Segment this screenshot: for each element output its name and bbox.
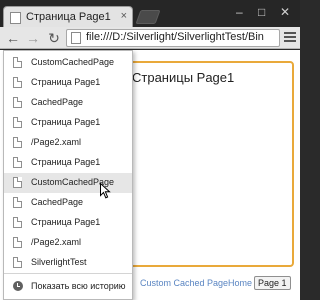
history-item[interactable]: /Page2.xaml bbox=[4, 133, 132, 153]
history-item-label: SilverlightTest bbox=[31, 257, 87, 267]
history-item-label: CustomCachedPage bbox=[31, 57, 115, 67]
history-item[interactable]: CachedPage bbox=[4, 193, 132, 213]
divider bbox=[4, 273, 132, 274]
file-page-icon bbox=[71, 32, 81, 44]
mouse-cursor-icon bbox=[100, 183, 111, 199]
page-icon bbox=[13, 257, 22, 268]
menu-icon[interactable] bbox=[283, 30, 297, 46]
silverlight-page-frame: Страницы Page1 bbox=[108, 61, 294, 267]
history-item-label: Страница Page1 bbox=[31, 157, 101, 167]
close-window-button[interactable]: ✕ bbox=[280, 5, 290, 19]
history-item-label: CachedPage bbox=[31, 197, 84, 207]
page-icon bbox=[13, 177, 22, 188]
history-item-label: CachedPage bbox=[31, 97, 84, 107]
page-icon bbox=[13, 117, 22, 128]
history-item-label: /Page2.xaml bbox=[31, 237, 82, 247]
tab-close-icon[interactable]: × bbox=[121, 10, 127, 22]
page-favicon-icon bbox=[10, 12, 21, 24]
new-tab-button[interactable] bbox=[135, 10, 161, 24]
history-item[interactable]: Страница Page1 bbox=[4, 113, 132, 133]
history-item[interactable]: Страница Page1 bbox=[4, 73, 132, 93]
browser-tab[interactable]: Страница Page1 × bbox=[3, 6, 133, 28]
reload-button[interactable]: ↻ bbox=[45, 29, 63, 47]
toolbar: ← → ↻ file:///D:/Silverlight/Silverlight… bbox=[0, 27, 300, 49]
back-button[interactable]: ← bbox=[4, 29, 22, 47]
page-icon bbox=[13, 77, 22, 88]
browser-window: Страница Page1 × – □ ✕ ← → ↻ file:///D:/… bbox=[0, 0, 300, 300]
custom-cached-page-link[interactable]: Custom Cached Page bbox=[140, 278, 228, 288]
history-item[interactable]: SilverlightTest bbox=[4, 253, 132, 273]
clock-icon bbox=[13, 281, 23, 291]
page-icon bbox=[13, 237, 22, 248]
page-icon bbox=[13, 57, 22, 68]
title-bar: Страница Page1 × – □ ✕ bbox=[0, 0, 300, 28]
history-item-label: Страница Page1 bbox=[31, 117, 101, 127]
history-item-label: Страница Page1 bbox=[31, 77, 101, 87]
history-item[interactable]: Страница Page1 bbox=[4, 153, 132, 173]
history-item-label: Страница Page1 bbox=[31, 217, 101, 227]
history-item-label: /Page2.xaml bbox=[31, 137, 82, 147]
history-item-hovered[interactable]: CustomCachedPage bbox=[4, 173, 132, 193]
address-bar[interactable]: file:///D:/Silverlight/SilverlightTest/B… bbox=[66, 29, 280, 47]
show-all-history-label: Показать всю историю bbox=[31, 281, 126, 291]
show-all-history-item[interactable]: Показать всю историю bbox=[4, 276, 132, 298]
url-text: file:///D:/Silverlight/SilverlightTest/B… bbox=[86, 31, 264, 43]
tab-title: Страница Page1 bbox=[26, 11, 111, 23]
history-item[interactable]: CustomCachedPage bbox=[4, 53, 132, 73]
page-icon bbox=[13, 197, 22, 208]
page-title: Страницы Page1 bbox=[132, 70, 235, 85]
history-item[interactable]: Страница Page1 bbox=[4, 213, 132, 233]
page-icon bbox=[13, 157, 22, 168]
history-item[interactable]: CachedPage bbox=[4, 93, 132, 113]
forward-button[interactable]: → bbox=[24, 29, 42, 47]
page-icon bbox=[13, 217, 22, 228]
history-item[interactable]: /Page2.xaml bbox=[4, 233, 132, 253]
history-dropdown: CustomCachedPage Страница Page1 CachedPa… bbox=[3, 50, 133, 300]
home-link[interactable]: Home bbox=[228, 278, 252, 288]
page1-button[interactable]: Page 1 bbox=[254, 276, 291, 290]
page-icon bbox=[13, 97, 22, 108]
maximize-button[interactable]: □ bbox=[258, 5, 265, 19]
page-icon bbox=[13, 137, 22, 148]
minimize-button[interactable]: – bbox=[236, 5, 243, 19]
